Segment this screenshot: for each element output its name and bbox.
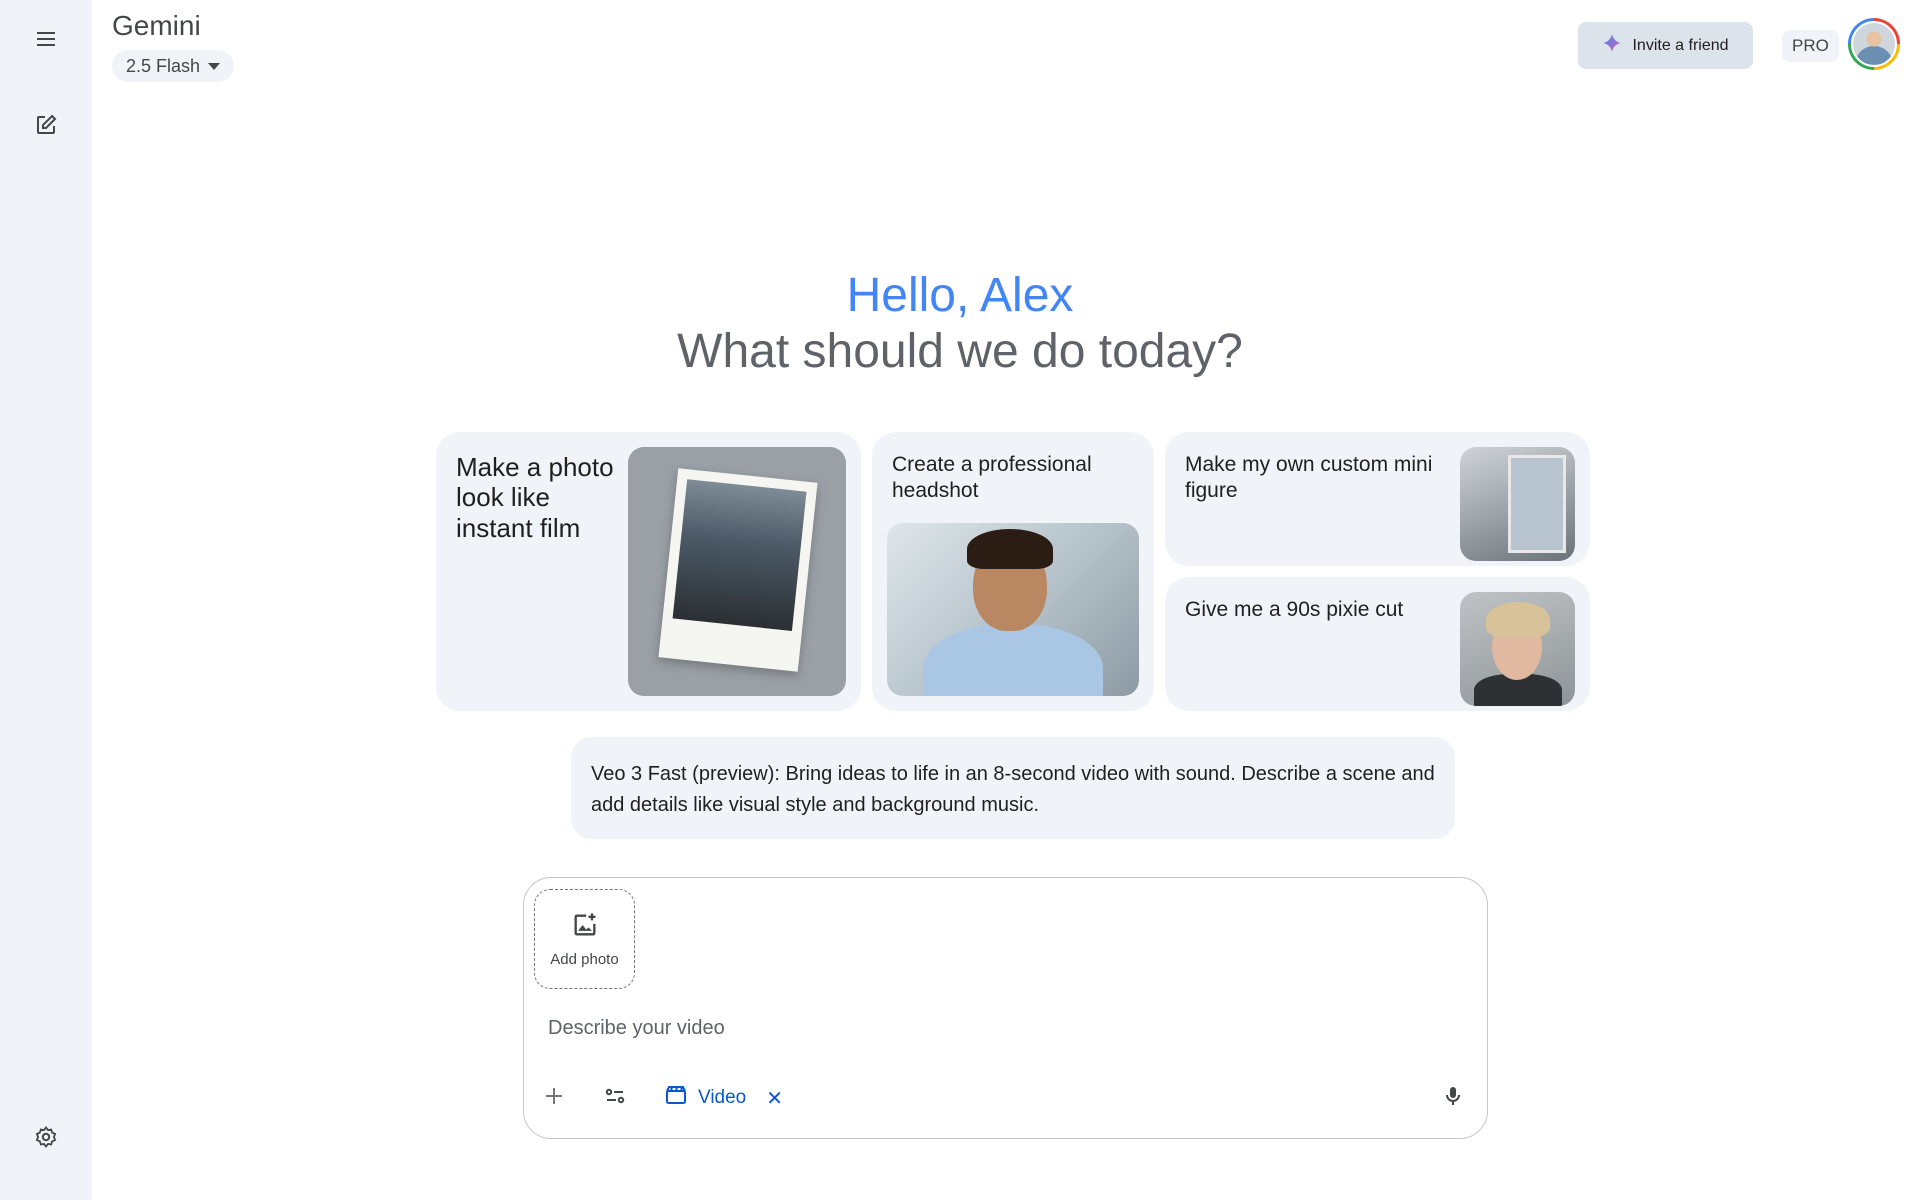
greeting-question: What should we do today? [677,325,1243,378]
microphone-icon [1441,1084,1465,1113]
edit-square-icon [34,113,58,142]
card-title: Give me a 90s pixie cut [1185,598,1404,621]
invite-friend-button[interactable]: Invite a friend [1578,22,1753,69]
greeting-name: Hello, Alex [846,269,1074,322]
top-bar: Gemini 2.5 Flash Invite a friend PRO [92,0,1920,96]
main-menu-button[interactable] [22,17,70,65]
close-icon[interactable]: ✕ [766,1086,783,1111]
image-plus-icon [571,911,599,943]
microphone-button[interactable] [1433,1078,1473,1118]
polaroid-frame [658,468,818,672]
model-selector[interactable]: 2.5 Flash [112,50,235,82]
app-title: Gemini [112,10,201,41]
suggestion-card-instant-film[interactable]: Make a photo look like instant film [436,432,861,711]
add-photo-button[interactable]: Add photo [534,889,635,989]
account-avatar[interactable] [1848,18,1900,70]
video-mode-label: Video [698,1087,747,1108]
add-photo-label: Add photo [550,950,619,968]
clapperboard-icon [664,1083,688,1113]
figure-box [1508,455,1566,553]
gear-icon [34,1125,58,1154]
suggestion-card-pixie-cut[interactable]: Give me a 90s pixie cut [1165,577,1590,711]
plus-icon [542,1084,566,1113]
card-title: Create a professional headshot [892,453,1092,503]
avatar-photo [1851,21,1897,67]
side-rail [0,0,92,1200]
invite-label: Invite a friend [1632,36,1729,54]
pixie-hair [1486,602,1550,638]
tune-icon [603,1084,627,1113]
new-chat-button[interactable] [22,103,70,151]
instant-film-image [628,447,846,696]
mini-figure-image [1460,447,1575,561]
pixie-cut-image [1460,592,1575,706]
card-title: Make my own custom mini figure [1185,453,1433,503]
hamburger-menu-icon [34,27,58,56]
headshot-shirt [923,623,1103,696]
headshot-image [887,523,1139,696]
suggestion-card-headshot[interactable]: Create a professional headshot [872,432,1154,711]
settings-button[interactable] [22,1115,70,1163]
prompt-composer: Add photo Video ✕ [523,877,1488,1139]
headshot-hair [967,529,1053,569]
caret-down-icon [208,62,221,70]
sparkle-icon [1602,33,1622,58]
veo-info-box: Veo 3 Fast (preview): Bring ideas to lif… [571,737,1455,839]
model-label: 2.5 Flash [126,55,201,76]
plan-badge: PRO [1782,30,1839,62]
polaroid-photo [672,479,807,631]
suggestion-card-mini-figure[interactable]: Make my own custom mini figure [1165,432,1590,566]
prompt-input[interactable] [548,1013,1448,1043]
add-content-button[interactable] [534,1078,574,1118]
video-mode-chip[interactable]: Video ✕ [664,1078,783,1118]
tools-button[interactable] [595,1078,635,1118]
card-title: Make a photo look like instant film [456,452,614,543]
